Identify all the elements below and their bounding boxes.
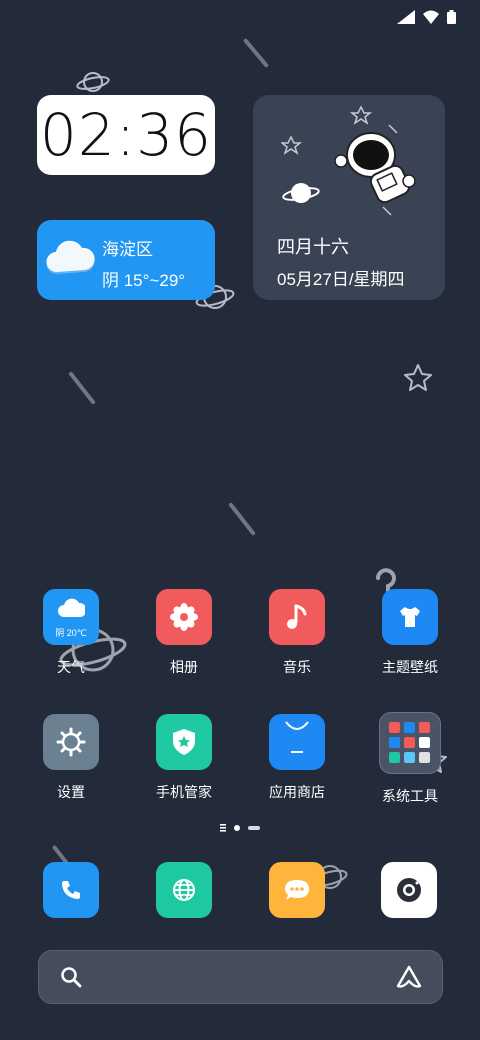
phone-icon (62, 881, 80, 899)
page-dot[interactable] (248, 826, 260, 830)
app-weather[interactable]: 阴 20℃ 天气 (21, 589, 121, 677)
app-label: 主题壁纸 (382, 659, 438, 675)
page-dot-current[interactable] (234, 825, 240, 831)
lunar-date: 四月十六 (277, 237, 349, 257)
wallpaper-streak (242, 37, 270, 69)
weather-app-icon: 阴 20℃ (43, 589, 99, 645)
search-bar[interactable] (38, 950, 443, 1004)
app-label: 系统工具 (382, 788, 438, 804)
themes-app-icon (382, 589, 438, 645)
folder-grid-icon (389, 722, 430, 763)
weather-badge: 阴 20℃ (55, 628, 87, 638)
globe-icon (173, 879, 195, 901)
dock-messages[interactable] (269, 862, 325, 918)
weather-condition-temp: 阴 15°~29° (102, 271, 186, 290)
signal-icon (397, 10, 415, 24)
app-label: 设置 (57, 784, 85, 800)
assistant-icon[interactable] (395, 964, 423, 990)
star-icon (404, 364, 432, 391)
app-folder-system-tools[interactable]: 系统工具 (360, 712, 460, 806)
app-store-app-icon (269, 714, 325, 770)
shopping-bag-icon (285, 721, 309, 753)
app-settings[interactable]: 设置 (21, 714, 121, 802)
app-themes[interactable]: 主题壁纸 (360, 589, 460, 677)
wifi-icon (423, 10, 439, 24)
weather-location: 海淀区 (102, 240, 153, 259)
battery-icon (447, 10, 456, 24)
tshirt-icon (400, 607, 420, 627)
settings-app-icon (43, 714, 99, 770)
search-icon[interactable] (60, 966, 82, 988)
app-label: 应用商店 (269, 784, 325, 800)
weather-widget[interactable]: 海淀区 阴 15°~29° (37, 220, 215, 300)
page-indicator (220, 824, 260, 832)
flower-icon (170, 603, 198, 631)
wallpaper-streak (228, 502, 256, 536)
cloud-icon (46, 240, 95, 274)
message-icon (285, 880, 309, 900)
music-note-icon (287, 604, 307, 629)
phone-manager-app-icon (156, 714, 212, 770)
gallery-app-icon (156, 589, 212, 645)
app-store[interactable]: 应用商店 (247, 714, 347, 802)
dock-phone[interactable] (43, 862, 99, 918)
planet-icon (76, 72, 110, 92)
gear-icon (56, 727, 86, 757)
clock-widget[interactable]: 02:36 (37, 95, 215, 175)
astronaut-illustration (281, 105, 416, 216)
app-music[interactable]: 音乐 (247, 589, 347, 677)
date-weekday: 05月27日/星期四 (277, 270, 405, 289)
weather-icon (58, 598, 85, 617)
app-label: 天气 (57, 659, 85, 675)
camera-icon (397, 878, 421, 902)
music-app-icon (269, 589, 325, 645)
clock-time: 02:36 (39, 101, 213, 169)
app-phone-manager[interactable]: 手机管家 (134, 714, 234, 802)
app-label: 音乐 (283, 659, 311, 675)
app-gallery[interactable]: 相册 (134, 589, 234, 677)
menu-lines-icon (220, 824, 226, 832)
app-label: 手机管家 (156, 784, 212, 800)
app-label: 相册 (170, 659, 198, 675)
shield-star-icon (173, 729, 195, 755)
dock-camera[interactable] (381, 862, 437, 918)
dock-browser[interactable] (156, 862, 212, 918)
calendar-widget[interactable]: 四月十六 05月27日/星期四 (253, 95, 445, 300)
status-bar (397, 10, 456, 24)
folder-grid-icon (379, 712, 441, 774)
wallpaper-streak (68, 371, 96, 405)
